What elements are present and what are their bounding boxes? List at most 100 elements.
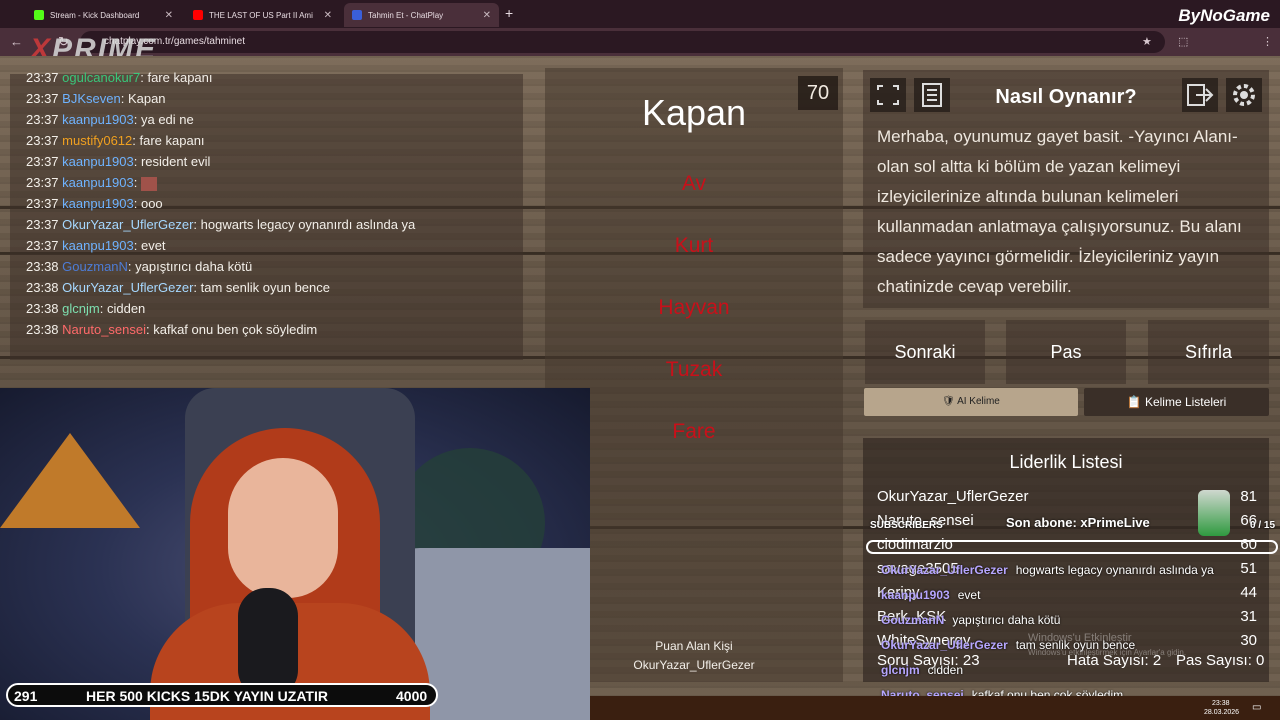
how-to-play-text: Merhaba, oyunumuz gayet basit. -Yayıncı … <box>877 127 1242 296</box>
leaderboard-points: 81 <box>1240 488 1257 505</box>
chat-username[interactable]: kaanpu1903 <box>62 196 134 211</box>
kicks-current: 291 <box>14 688 38 704</box>
chat-username[interactable]: kaanpu1903 <box>62 175 134 190</box>
chat-message: 23:37 kaanpu1903: ya edi ne <box>26 112 194 127</box>
how-to-play-title: Nasıl Oynanır? <box>995 86 1137 108</box>
star-icon[interactable]: ★ <box>1142 35 1152 48</box>
clock-date: 28.03.2026 <box>1204 709 1240 716</box>
chat-text: : tam senlik oyun bence <box>193 280 330 295</box>
close-icon[interactable]: ✕ <box>483 10 491 21</box>
leaderboard-points: 30 <box>1240 632 1257 649</box>
chat-text: : evet <box>133 238 166 253</box>
chat-username[interactable]: BJKseven <box>62 91 121 106</box>
chat-username[interactable]: kaanpu1903 <box>62 112 134 127</box>
forbidden-word: Kurt <box>674 234 714 257</box>
leaderboard-title: Liderlik Listesi <box>1009 452 1123 472</box>
chat-message: 23:37 kaanpu1903: resident evil <box>26 154 210 169</box>
tab-label: THE LAST OF US Part II Ami <box>209 10 313 20</box>
reset-button[interactable]: Sıfırla <box>1148 320 1269 384</box>
tab-label: Tahmin Et - ChatPlay <box>368 10 444 20</box>
overlay-chat-user: glcnjm <box>881 663 920 677</box>
notification-icon[interactable]: ▭ <box>1252 702 1261 713</box>
chat-message: 23:37 kaanpu1903: ooo <box>26 196 163 211</box>
close-icon[interactable]: ✕ <box>165 10 173 21</box>
chat-username[interactable]: Naruto_sensei <box>62 322 146 337</box>
chat-username[interactable]: kaanpu1903 <box>62 154 134 169</box>
kick-icon <box>34 10 44 20</box>
chat-time: 23:37 <box>26 175 59 190</box>
chat-text: : ooo <box>133 196 163 211</box>
chat-time: 23:37 <box>26 112 59 127</box>
overlay-chat-text: evet <box>957 588 981 602</box>
extensions-icon[interactable]: ⬚ <box>1178 35 1188 48</box>
chat-username[interactable]: mustify0612 <box>62 133 132 148</box>
overlay-chat-user: GouzmanN <box>881 613 945 627</box>
overlay-chat-user: OkurYazar_UflerGezer <box>881 563 1008 577</box>
chat-message: 23:37 kaanpu1903: <box>26 175 158 191</box>
chat-time: 23:37 <box>26 133 59 148</box>
chat-text: : ya edi ne <box>133 112 194 127</box>
chat-username[interactable]: GouzmanN <box>62 259 128 274</box>
chat-text: : fare kapanı <box>132 133 205 148</box>
new-tab-button[interactable]: + <box>505 5 513 21</box>
chat-username[interactable]: ogulcanokur7 <box>62 70 140 85</box>
chat-text: : cidden <box>99 301 146 316</box>
overlay-chat-text: yapıştırıcı daha kötü <box>952 613 1061 627</box>
word-lists-button[interactable]: 📋 Kelime Listeleri <box>1084 388 1269 416</box>
forbidden-word: Av <box>681 172 707 195</box>
next-button[interactable]: Sonraki <box>865 320 985 384</box>
chat-time: 23:37 <box>26 196 59 211</box>
chat-text: : yapıştırıcı daha kötü <box>127 259 253 274</box>
chat-time: 23:37 <box>26 238 59 253</box>
pass-button[interactable]: Pas <box>1006 320 1126 384</box>
chat-username[interactable]: OkurYazar_UflerGezer <box>62 217 193 232</box>
overlay-chat-line: OkurYazar_UflerGezer hogwarts legacy oyna… <box>881 563 1214 577</box>
close-icon[interactable]: ✕ <box>324 10 332 21</box>
chat-message: 23:37 BJKseven: Kapan <box>26 91 166 106</box>
tab-kick[interactable]: Stream - Kick Dashboard ✕ <box>26 3 181 27</box>
chat-username[interactable]: OkurYazar_UflerGezer <box>62 280 193 295</box>
fullscreen-icon[interactable] <box>870 78 906 112</box>
menu-icon[interactable]: ⋮ <box>1262 35 1273 48</box>
leaderboard-points: 31 <box>1240 608 1257 625</box>
forbidden-word: Hayvan <box>658 296 730 319</box>
chat-text: : <box>133 175 138 190</box>
document-icon[interactable] <box>914 78 950 112</box>
ai-word-button[interactable]: 🛡 AI Kelime <box>864 388 1078 416</box>
tab-chatplay[interactable]: Tahmin Et - ChatPlay ✕ <box>344 3 499 27</box>
chat-message: 23:38 GouzmanN: yapıştırıcı daha kötü <box>26 259 252 274</box>
logout-icon[interactable] <box>1182 78 1218 112</box>
chat-time: 23:37 <box>26 70 59 85</box>
chat-time: 23:38 <box>26 322 59 337</box>
chat-username[interactable]: glcnjm <box>62 301 100 316</box>
last-subscriber: Son abone: xPrimeLive <box>1006 515 1150 530</box>
taskbar <box>590 696 1280 720</box>
chat-text: : Kapan <box>120 91 166 106</box>
overlay-chat-user: kaanpu1903 <box>881 588 950 602</box>
chat-time: 23:38 <box>26 280 59 295</box>
chat-time: 23:38 <box>26 301 59 316</box>
activation-watermark-sub: Windows'u etkinleştirmek için Ayarlar'a … <box>1028 648 1187 657</box>
overlay-chat-line: kaanpu1903 evet <box>881 588 980 602</box>
leaderboard-name: OkurYazar_UflerGezer <box>877 488 1029 505</box>
url-input[interactable]: chatplay.com.tr/games/tahminet <box>80 31 1165 53</box>
chat-text: : fare kapanı <box>140 70 213 85</box>
overlay-brand: ByNoGame <box>1178 6 1270 25</box>
chat-time: 23:38 <box>26 259 59 274</box>
address-bar: ← ↻ chatplay.com.tr/games/tahminet ★ ⬚ ⋮ <box>0 28 1280 56</box>
chat-message: 23:37 mustify0612: fare kapanı <box>26 133 205 148</box>
tab-youtube[interactable]: THE LAST OF US Part II Ami ✕ <box>185 3 340 27</box>
gear-icon[interactable] <box>1226 78 1262 112</box>
chat-message: 23:37 ogulcanokur7: fare kapanı <box>26 70 213 85</box>
chat-message: 23:38 OkurYazar_UflerGezer: tam senlik o… <box>26 280 330 295</box>
tab-label: Stream - Kick Dashboard <box>50 10 140 20</box>
chat-time: 23:37 <box>26 154 59 169</box>
chat-username[interactable]: kaanpu1903 <box>62 238 134 253</box>
overlay-chat-line: glcnjm cidden <box>881 663 963 677</box>
chat-text: : resident evil <box>133 154 211 169</box>
chat-message: 23:37 kaanpu1903: evet <box>26 238 166 253</box>
back-icon[interactable]: ← <box>10 34 23 49</box>
tab-bar: Stream - Kick Dashboard ✕ THE LAST OF US… <box>0 0 1280 28</box>
subscribers-label: SUBSCRIBERS <box>870 520 943 531</box>
subs-count: 0 / 15 <box>1250 520 1276 531</box>
